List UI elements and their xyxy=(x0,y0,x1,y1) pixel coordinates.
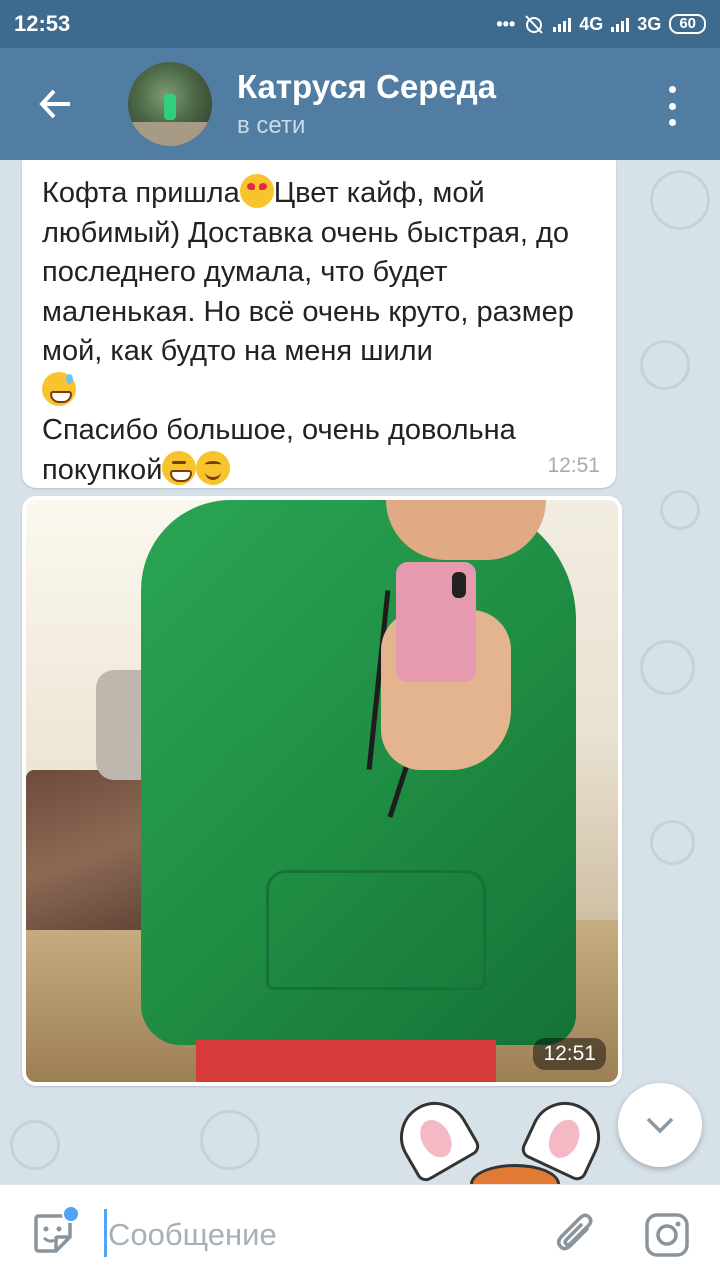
arrow-left-icon[interactable] xyxy=(36,84,76,124)
instagram-camera-icon[interactable] xyxy=(643,1211,691,1259)
sticker-badge xyxy=(62,1205,80,1223)
photo-time: 12:51 xyxy=(533,1038,606,1070)
alarm-off-icon xyxy=(525,15,544,34)
scroll-down-button[interactable] xyxy=(618,1083,702,1167)
message-bubble[interactable]: Кофта пришла Цвет кайф, мой любимый) Дост… xyxy=(22,160,616,488)
chat-header: Катруся Середа в сети xyxy=(0,48,720,160)
photo-message[interactable]: 12:51 xyxy=(22,496,622,1086)
message-input-bar xyxy=(0,1184,720,1280)
paperclip-icon[interactable] xyxy=(553,1209,599,1259)
contact-status: в сети xyxy=(237,112,306,139)
network-type-1: 4G xyxy=(579,13,604,34)
more-vertical-icon[interactable] xyxy=(660,86,684,126)
signal-icon xyxy=(553,16,572,32)
message-text: Кофта пришла Цвет кайф, мой любимый) Дост… xyxy=(42,174,596,490)
smile-emoji-icon xyxy=(196,450,231,485)
battery-icon: 60 xyxy=(669,14,706,34)
heart-eyes-emoji-icon xyxy=(239,174,274,208)
status-time: 12:53 xyxy=(14,11,71,36)
status-bar: 12:53 ••• 4G 3G 60 xyxy=(0,0,720,48)
status-icons: ••• 4G 3G 60 xyxy=(496,13,706,35)
signal-icon xyxy=(611,16,630,32)
bunny-sticker[interactable] xyxy=(387,1089,630,1184)
sweat-smile-emoji-icon xyxy=(42,371,76,406)
contact-name[interactable]: Катруся Середа xyxy=(237,68,496,106)
grin-emoji-icon xyxy=(162,450,197,485)
message-input[interactable] xyxy=(108,1215,528,1255)
avatar[interactable] xyxy=(128,62,212,146)
chat-area[interactable]: Кофта пришла Цвет кайф, мой любимый) Дост… xyxy=(0,160,720,1184)
chevron-down-icon xyxy=(646,1117,674,1134)
photo-green-hoodie-selfie[interactable]: 12:51 xyxy=(26,500,618,1082)
network-type-2: 3G xyxy=(637,13,662,34)
more-dots-icon: ••• xyxy=(496,13,516,34)
message-time: 12:51 xyxy=(547,454,600,477)
text-cursor xyxy=(104,1209,107,1257)
